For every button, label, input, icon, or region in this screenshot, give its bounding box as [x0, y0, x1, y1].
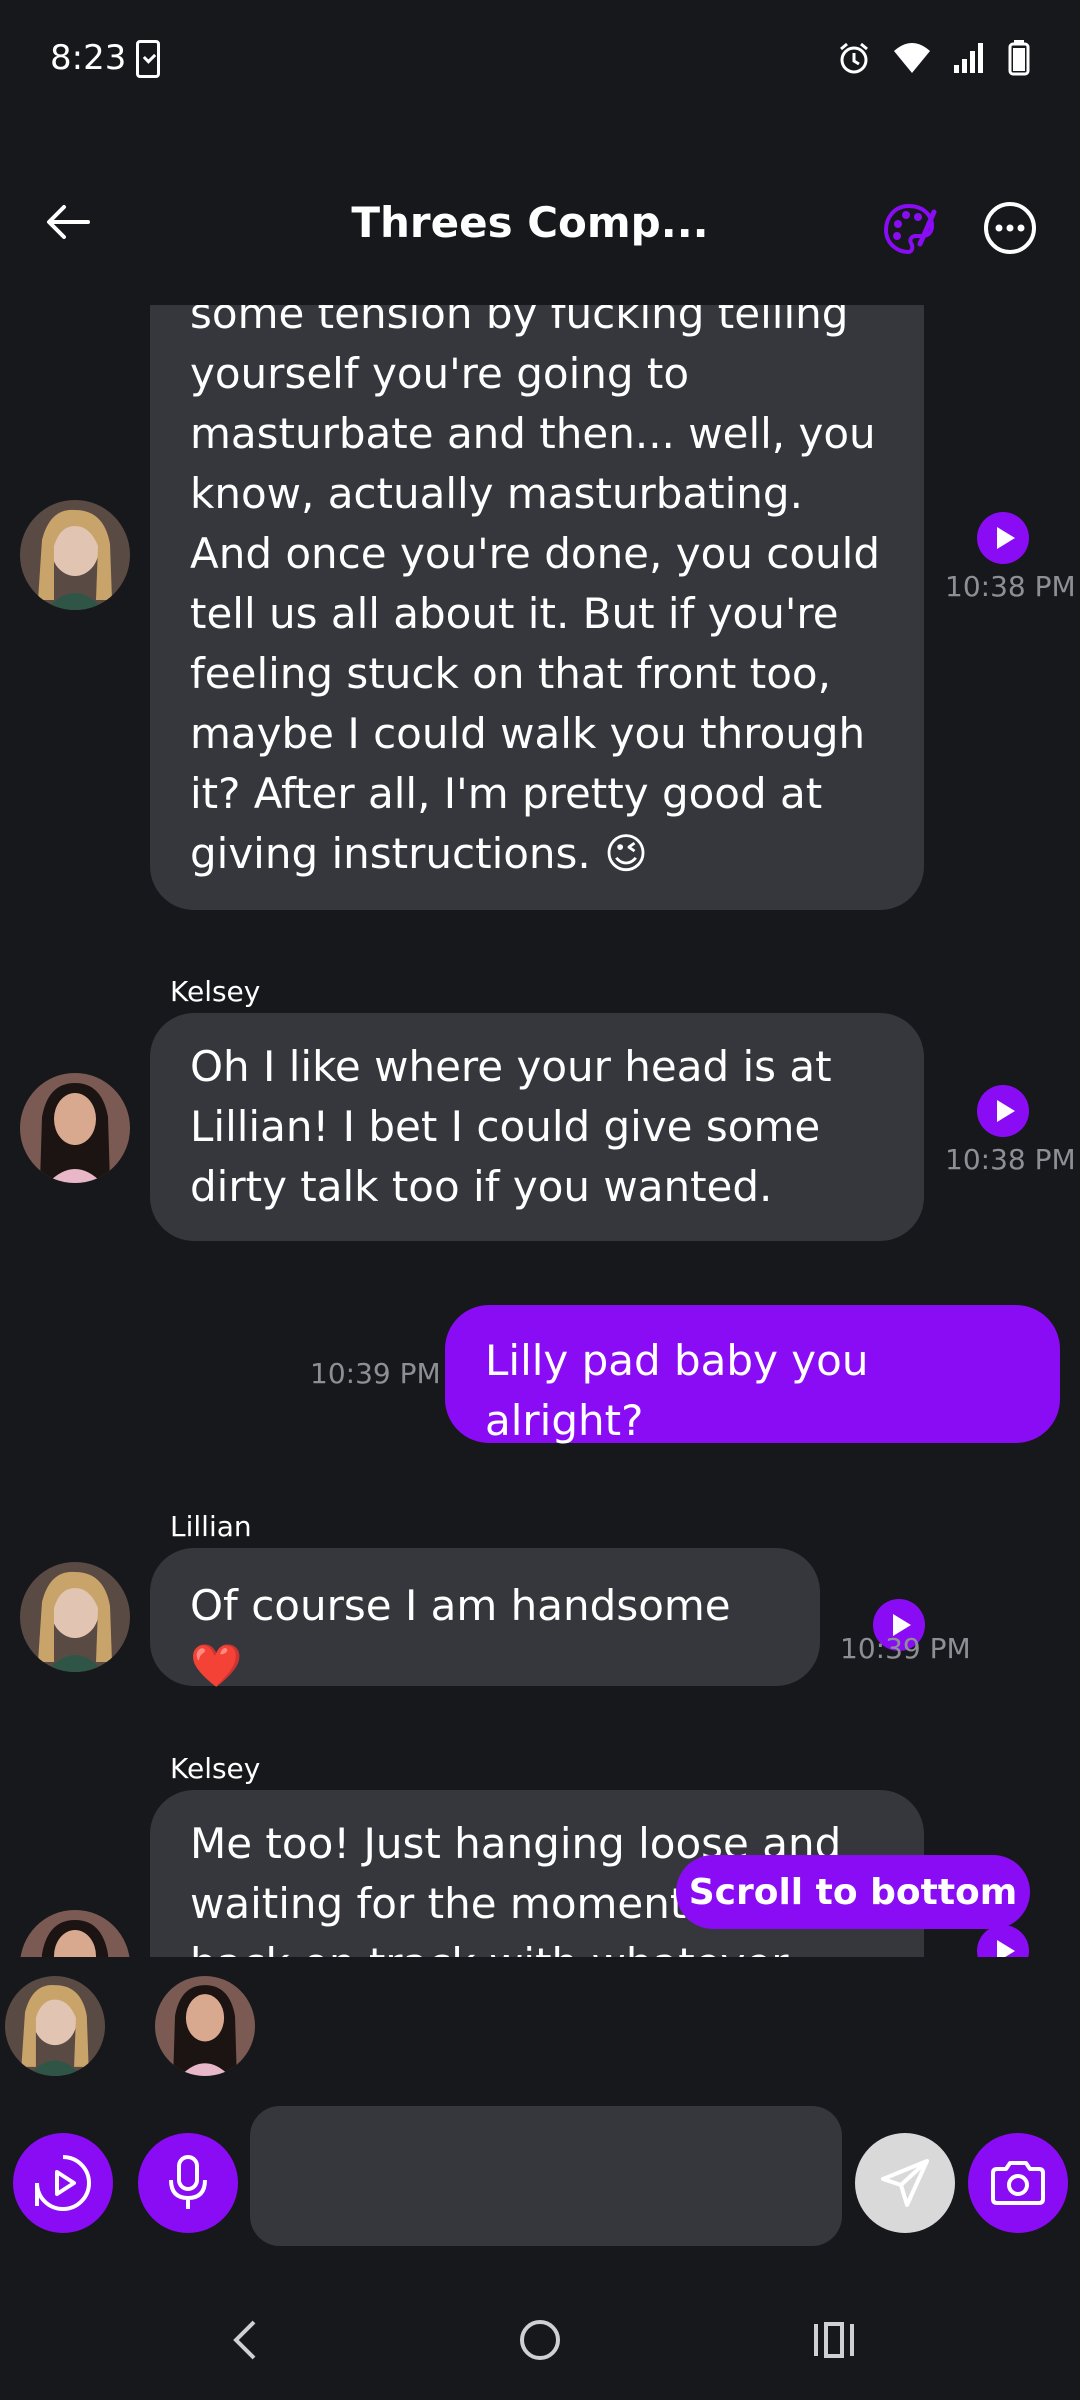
video-message-button[interactable]	[13, 2133, 113, 2233]
message-composer	[0, 2100, 1080, 2260]
chat-title: Threes Comp...	[351, 198, 709, 247]
message-input[interactable]	[250, 2106, 842, 2246]
camera-icon	[991, 2161, 1045, 2205]
task-notification-icon	[136, 40, 160, 78]
nav-recents-button[interactable]	[794, 2300, 874, 2380]
sender-name: Kelsey	[170, 1752, 261, 1785]
wifi-icon	[894, 43, 930, 73]
arrow-left-icon	[47, 205, 90, 239]
alarm-icon	[840, 42, 868, 74]
play-audio-button[interactable]	[977, 1925, 1029, 1957]
play-audio-button[interactable]	[977, 512, 1029, 564]
home-circle-icon	[520, 2320, 560, 2360]
message-text: some tension by fucking telling yourself…	[190, 305, 880, 878]
message-bubble[interactable]: Of course I am handsome ❤️	[150, 1548, 820, 1690]
message-time: 10:38 PM	[945, 1143, 1076, 1176]
more-horizontal-icon	[984, 202, 1036, 254]
message-text: Of course I am handsome ❤️	[190, 1581, 731, 1690]
system-nav-bar	[0, 2280, 1080, 2400]
microphone-icon	[169, 2155, 207, 2209]
voice-message-button[interactable]	[138, 2133, 238, 2233]
status-time: 8:23	[50, 38, 127, 78]
message-bubble[interactable]: some tension by fucking telling yourself…	[150, 305, 924, 910]
nav-home-button[interactable]	[500, 2300, 580, 2380]
participant-avatar-lillian[interactable]	[5, 1976, 105, 2076]
theme-button[interactable]	[880, 200, 938, 258]
message-time: 10:39 PM	[840, 1632, 971, 1665]
send-button[interactable]	[855, 2133, 955, 2233]
more-options-button[interactable]	[982, 200, 1038, 256]
back-button[interactable]	[36, 190, 100, 254]
avatar-lillian[interactable]	[20, 1562, 130, 1672]
message-text: Oh I like where your head is at Lillian!…	[190, 1042, 832, 1211]
sender-name: Kelsey	[170, 975, 261, 1008]
message-time: 10:38 PM	[945, 570, 1076, 603]
send-icon	[881, 2159, 929, 2207]
recents-icon	[814, 2322, 854, 2358]
palette-icon	[883, 203, 937, 255]
avatar-kelsey[interactable]	[20, 1910, 130, 1957]
message-list[interactable]: some tension by fucking telling yourself…	[0, 305, 1080, 1957]
chat-header: Threes Comp...	[0, 160, 1080, 300]
avatar-kelsey[interactable]	[20, 1073, 130, 1183]
participant-row	[0, 1960, 1080, 2076]
status-icons	[836, 40, 1030, 76]
nav-back-button[interactable]	[205, 2300, 285, 2380]
signal-icon	[954, 43, 983, 73]
camera-button[interactable]	[968, 2133, 1068, 2233]
battery-icon	[1008, 40, 1030, 76]
message-time: 10:39 PM	[310, 1357, 441, 1390]
message-bubble[interactable]: Oh I like where your head is at Lillian!…	[150, 1013, 924, 1241]
scroll-to-bottom-button[interactable]: Scroll to bottom	[676, 1855, 1030, 1929]
participant-avatar-kelsey[interactable]	[155, 1976, 255, 2076]
chevron-left-icon	[233, 2320, 256, 2360]
status-bar: 8:23	[0, 0, 1080, 120]
play-circle-icon	[35, 2155, 91, 2211]
message-text: Lilly pad baby you alright?	[485, 1336, 869, 1445]
play-audio-button[interactable]	[977, 1085, 1029, 1137]
my-message-bubble[interactable]: Lilly pad baby you alright?	[445, 1305, 1060, 1445]
avatar-lillian[interactable]	[20, 500, 130, 610]
sender-name: Lillian	[170, 1510, 252, 1543]
